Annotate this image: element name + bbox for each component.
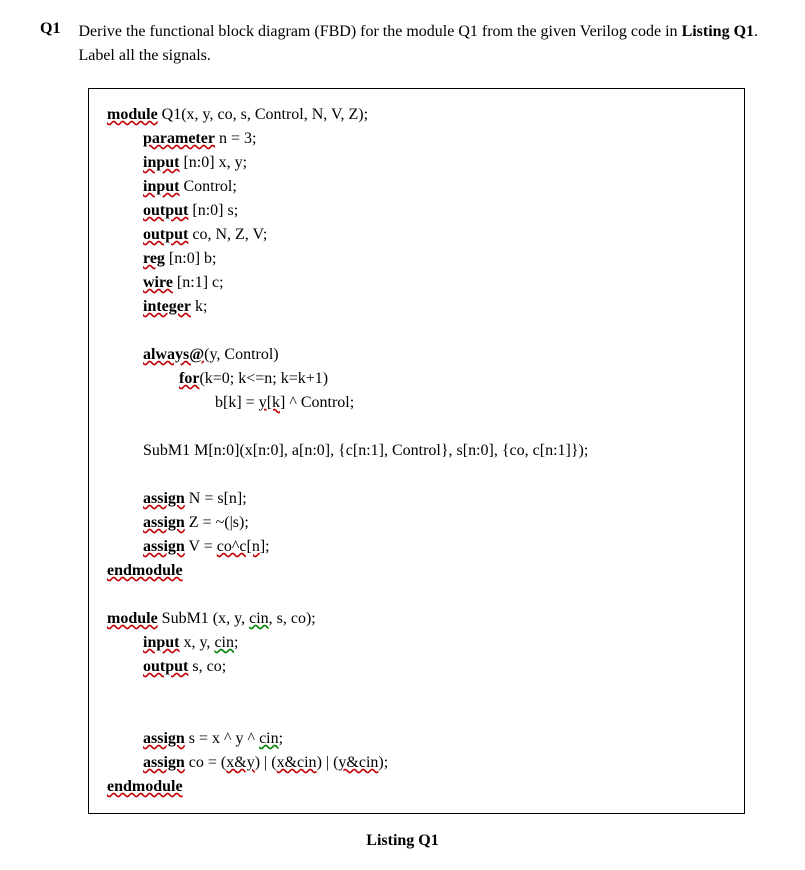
code-text-squiggle: x&y [226,754,254,771]
code-text: ) | ( [255,754,277,771]
keyword: integer [143,298,191,315]
code-line: assign co = (x&y) | (x&cin) | (y&cin); [107,751,726,775]
code-line: output s, co; [107,655,726,679]
code-line: module SubM1 (x, y, cin, s, co); [107,607,726,631]
keyword: assign [143,754,185,771]
code-text: [n:0] x, y; [179,154,247,171]
keyword: module [107,610,158,627]
code-text: SubM1 M[n:0](x[n:0], a[n:0], {c[n:1], Co… [143,442,588,459]
code-text-green-squiggle: cin [249,610,269,627]
question-text: Derive the functional block diagram (FBD… [78,20,765,68]
blank-line [107,415,726,439]
code-line: assign Z = ~(|s); [107,511,726,535]
code-text: SubM1 (x, y, [158,610,249,627]
keyword: wire [143,274,173,291]
code-text-green-squiggle: cin [259,730,279,747]
code-text: Q1(x, y, co, s, Control, N, V, Z); [158,106,368,123]
keyword: output [143,202,188,219]
listing-caption: Listing Q1 [40,832,765,850]
code-line: endmodule [107,775,726,799]
code-text: ]; [260,538,270,555]
code-text: k; [191,298,207,315]
keyword: parameter [143,130,215,147]
code-line: SubM1 M[n:0](x[n:0], a[n:0], {c[n:1], Co… [107,439,726,463]
code-text: co, N, Z, V; [188,226,267,243]
code-line: endmodule [107,559,726,583]
keyword: endmodule [107,778,183,795]
keyword: assign [143,514,185,531]
code-line: wire [n:1] c; [107,271,726,295]
code-text: [n:0] b; [165,250,217,267]
code-text: Z = ~(|s); [185,514,249,531]
code-line: parameter n = 3; [107,127,726,151]
code-line: module Q1(x, y, co, s, Control, N, V, Z)… [107,103,726,127]
code-line: output [n:0] s; [107,199,726,223]
code-text: , s, co); [269,610,316,627]
keyword: for [179,370,199,387]
code-line: assign N = s[n]; [107,487,726,511]
code-text-green-squiggle: cin [214,634,234,651]
code-text: (k=0; k<=n; k=k+1) [199,370,328,387]
code-line: always@(y, Control) [107,343,726,367]
code-text: N = s[n]; [185,490,247,507]
blank-line [107,319,726,343]
code-line: assign V = co^c[n]; [107,535,726,559]
listing-ref: Listing Q1 [682,23,754,40]
code-text-squiggle: y[k [259,394,280,411]
code-listing-box: module Q1(x, y, co, s, Control, N, V, Z)… [88,88,745,814]
code-text: (y, Control) [204,346,279,363]
code-text: Control; [179,178,236,195]
code-line: input x, y, cin; [107,631,726,655]
code-text: ] ^ Control; [280,394,354,411]
code-text-squiggle: x&cin [277,754,317,771]
keyword: reg [143,250,165,267]
blank-line [107,583,726,607]
code-text: [n:0] s; [188,202,238,219]
code-line: reg [n:0] b; [107,247,726,271]
code-line: output co, N, Z, V; [107,223,726,247]
code-text: ; [234,634,238,651]
keyword: always@ [143,346,204,363]
code-text: co = ( [185,754,226,771]
blank-line [107,463,726,487]
question-label: Q1 [40,20,60,68]
keyword: input [143,634,179,651]
keyword: output [143,226,188,243]
code-line: input Control; [107,175,726,199]
code-text: V = [185,538,217,555]
code-text-squiggle: y&cin [338,754,378,771]
keyword: assign [143,730,185,747]
code-text: b[k] = [215,394,259,411]
code-line: b[k] = y[k] ^ Control; [107,391,726,415]
code-text-squiggle: co^c[n [217,538,260,555]
code-text: ); [378,754,388,771]
code-line: input [n:0] x, y; [107,151,726,175]
keyword: endmodule [107,562,183,579]
code-line: integer k; [107,295,726,319]
code-text: s = x ^ y ^ [185,730,259,747]
blank-line [107,679,726,703]
blank-line [107,703,726,727]
code-text: ; [279,730,283,747]
keyword: assign [143,490,185,507]
keyword: output [143,658,188,675]
question-row: Q1 Derive the functional block diagram (… [40,20,765,68]
keyword: assign [143,538,185,555]
code-text: [n:1] c; [173,274,224,291]
code-text: s, co; [188,658,226,675]
keyword: input [143,154,179,171]
code-text: n = 3; [215,130,256,147]
code-text: ) | ( [317,754,339,771]
keyword: module [107,106,158,123]
code-line: assign s = x ^ y ^ cin; [107,727,726,751]
code-text: x, y, [179,634,214,651]
code-line: for(k=0; k<=n; k=k+1) [107,367,726,391]
keyword: input [143,178,179,195]
question-text-before: Derive the functional block diagram (FBD… [78,23,681,40]
